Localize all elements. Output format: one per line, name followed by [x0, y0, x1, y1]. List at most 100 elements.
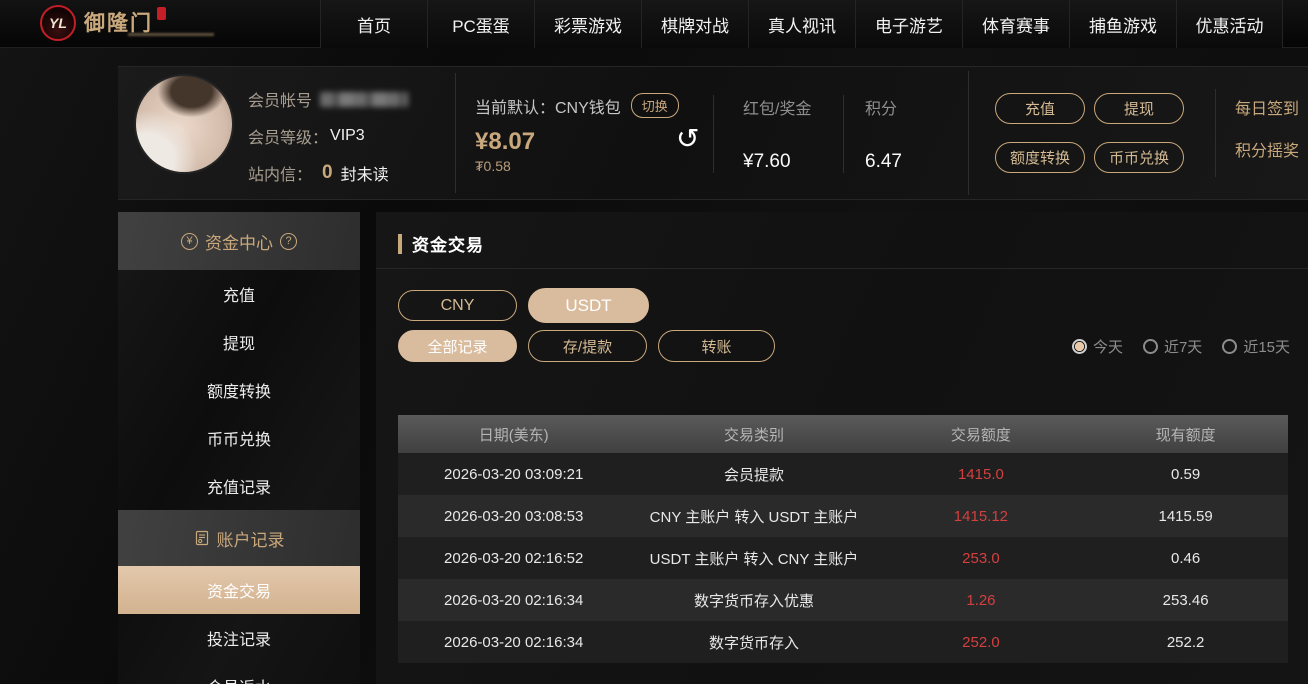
cell-amount: 1.26 [966, 591, 996, 609]
sidebar-item-quota-transfer[interactable]: 额度转换 [118, 366, 360, 414]
tab-currency-cny[interactable]: CNY [398, 290, 517, 321]
wallet-switch-button[interactable]: 切换 [630, 93, 679, 118]
sidebar-item-deposit[interactable]: 充值 [118, 270, 360, 318]
nav-item-sports[interactable]: 体育赛事 [962, 0, 1069, 48]
table-row: 2026-03-20 02:16:34 数字货币存入优惠 1.26 253.46 [398, 579, 1288, 621]
date-filter-7days[interactable]: 近7天 [1142, 336, 1203, 357]
divider [713, 95, 714, 173]
nav-item-fishing[interactable]: 捕鱼游戏 [1069, 0, 1176, 48]
sidebar-section-title: 账户记录 [216, 530, 285, 550]
withdraw-button[interactable]: 提现 [1094, 93, 1184, 124]
wallet-block: 当前默认：CNY钱包 切换 ¥8.07 ₮0.58 [475, 93, 679, 174]
logo-monogram-icon: YL [40, 5, 76, 41]
nav-item-slots[interactable]: 电子游艺 [855, 0, 962, 48]
sidebar-section-account-records: 账户记录 [118, 510, 360, 566]
tab-transfer[interactable]: 转账 [658, 330, 775, 362]
cell-type: USDT 主账户 转入 CNY 主账户 [649, 550, 859, 568]
wallet-default-label: 当前默认：CNY钱包 [475, 99, 621, 117]
daily-signin-link[interactable]: 每日签到 [1235, 95, 1299, 119]
table-row: 2026-03-20 02:16:52 USDT 主账户 转入 CNY 主账户 … [398, 537, 1288, 579]
cell-balance: 0.59 [1171, 465, 1201, 483]
tab-currency-usdt[interactable]: USDT [528, 288, 649, 323]
cell-date: 2026-03-20 02:16:34 [444, 633, 584, 651]
bonus-label: 红包/奖金 [743, 101, 812, 118]
sidebar-item-withdraw[interactable]: 提现 [118, 318, 360, 366]
nav-item-pc-dandan[interactable]: PC蛋蛋 [427, 0, 534, 48]
date-filter-label: 近7天 [1163, 339, 1203, 356]
coin-exchange-button[interactable]: 币币兑换 [1094, 142, 1184, 173]
sidebar-item-coin-exchange[interactable]: 币币兑换 [118, 414, 360, 462]
table-header-row: 日期(美东) 交易类别 交易额度 现有额度 [398, 415, 1288, 453]
wallet-cny-amount: ¥8.07 [475, 128, 536, 155]
col-header-balance: 现有额度 [1155, 426, 1216, 444]
inbox-row[interactable]: 站内信： 0 封未读 [248, 161, 408, 185]
wallet-actions: 充值 提现 额度转换 币币兑换 [995, 93, 1184, 173]
wallet-usdt-amount: ₮0.58 [475, 158, 511, 174]
date-filter-today[interactable]: 今天 [1071, 336, 1123, 357]
divider [843, 95, 844, 173]
cell-type: 数字货币存入优惠 [693, 592, 814, 610]
refresh-icon[interactable]: ↻ [676, 123, 699, 154]
account-label: 会员帐号 [248, 93, 313, 110]
cell-date: 2026-03-20 02:16:52 [444, 549, 584, 567]
sidebar: ¥ 资金中心 ? 充值 提现 额度转换 币币兑换 充值记录 账户记录 资金交易 … [118, 212, 360, 684]
points-lottery-link[interactable]: 积分摇奖 [1235, 137, 1299, 161]
account-name-blurred [320, 91, 409, 107]
cell-amount: 252.0 [962, 633, 1000, 651]
sidebar-section-title: 资金中心 [205, 233, 273, 253]
deposit-button[interactable]: 充值 [995, 93, 1085, 124]
inbox-count: 0 [322, 162, 333, 183]
cell-type: CNY 主账户 转入 USDT 主账户 [649, 508, 859, 526]
tab-deposit-withdraw[interactable]: 存/提款 [528, 330, 647, 362]
page-title-block: 资金交易 [398, 231, 484, 256]
cell-balance: 0.46 [1171, 549, 1201, 567]
tab-all-records[interactable]: 全部记录 [398, 330, 517, 362]
ledger-icon [194, 530, 210, 546]
level-value: VIP3 [330, 127, 365, 144]
divider [455, 73, 456, 193]
account-row: 会员帐号 [248, 87, 409, 111]
table-row: 2026-03-20 02:16:34 数字货币存入 252.0 252.2 [398, 621, 1288, 663]
table-body: 2026-03-20 03:09:21 会员提款 1415.0 0.59 202… [398, 453, 1288, 663]
sidebar-item-bet-records[interactable]: 投注记录 [118, 614, 360, 662]
nav-item-live-casino[interactable]: 真人视讯 [748, 0, 855, 48]
cell-date: 2026-03-20 03:09:21 [444, 465, 584, 483]
date-filter-15days[interactable]: 近15天 [1222, 336, 1290, 357]
cell-amount: 253.0 [962, 549, 1000, 567]
divider [376, 268, 1308, 269]
help-icon[interactable]: ? [280, 232, 297, 250]
nav-item-home[interactable]: 首页 [320, 0, 427, 48]
cell-date: 2026-03-20 03:08:53 [444, 507, 584, 525]
nav-item-promotions[interactable]: 优惠活动 [1176, 0, 1283, 48]
col-header-date: 日期(美东) [478, 426, 549, 444]
user-meta: 会员帐号 会员等级： VIP3 站内信： 0 封未读 [248, 87, 409, 185]
radio-icon [1222, 339, 1238, 354]
avatar[interactable] [136, 76, 232, 172]
date-filter-group: 今天 近7天 近15天 [1071, 336, 1290, 357]
radio-icon [1142, 339, 1158, 354]
page-title: 资金交易 [412, 236, 484, 255]
cell-balance: 1415.59 [1158, 507, 1213, 525]
sidebar-section-funds-center: ¥ 资金中心 ? [118, 212, 360, 270]
nav-item-lottery[interactable]: 彩票游戏 [534, 0, 641, 48]
col-header-type: 交易类别 [723, 426, 784, 444]
top-nav: YL 御隆门 首页 PC蛋蛋 彩票游戏 棋牌对战 真人视讯 电子游艺 体育赛事 … [0, 0, 1308, 48]
sidebar-item-member-rebate[interactable]: 会员返水 [118, 662, 360, 684]
points-block: 积分 6.47 [865, 95, 902, 173]
table-row: 2026-03-20 03:09:21 会员提款 1415.0 0.59 [398, 453, 1288, 495]
transactions-table: 日期(美东) 交易类别 交易额度 现有额度 2026-03-20 03:09:2… [398, 415, 1288, 663]
radio-selected-icon [1071, 339, 1087, 354]
col-header-amount: 交易额度 [950, 426, 1011, 444]
divider [1215, 89, 1216, 177]
divider [968, 71, 969, 195]
nav-item-board-games[interactable]: 棋牌对战 [641, 0, 748, 48]
logo-tagline [128, 33, 214, 36]
sidebar-item-deposit-records[interactable]: 充值记录 [118, 462, 360, 510]
user-panel: 会员帐号 会员等级： VIP3 站内信： 0 封未读 当前默认：CNY钱包 切换… [118, 66, 1308, 200]
logo-seal-icon [157, 7, 166, 20]
sidebar-item-fund-transactions[interactable]: 资金交易 [118, 566, 360, 614]
cell-type: 会员提款 [723, 466, 784, 484]
quota-transfer-button[interactable]: 额度转换 [995, 142, 1085, 173]
logo-text: 御隆门 [84, 11, 153, 35]
cell-type: 数字货币存入 [708, 634, 799, 652]
